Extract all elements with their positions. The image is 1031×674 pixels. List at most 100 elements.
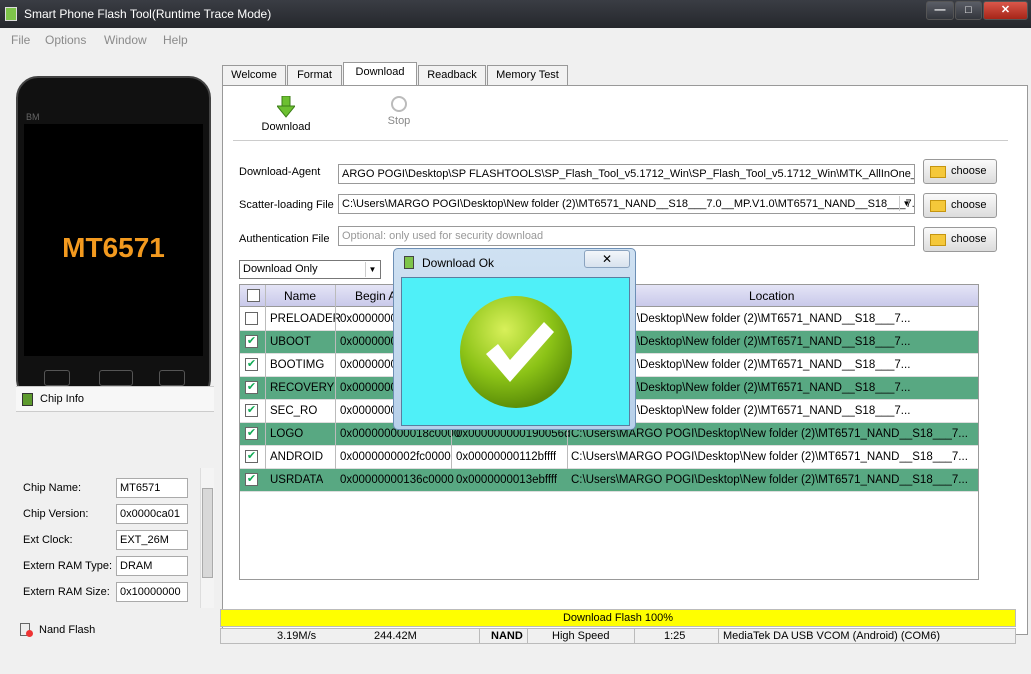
chip-info-title: Chip Info	[40, 393, 85, 405]
download-label: Download	[261, 121, 311, 133]
app-icon	[404, 256, 414, 269]
scatter-choose-button[interactable]: choose	[923, 193, 997, 218]
download-mode-select[interactable]: Download Only ▼	[239, 260, 381, 279]
menu-key-icon	[44, 370, 70, 386]
partition-name: ANDROID	[270, 451, 324, 463]
phone-image: BM MT6571	[16, 76, 211, 401]
stop-button[interactable]: Stop	[379, 96, 419, 127]
download-ok-dialog: Download Ok ✕	[393, 248, 636, 430]
nand-flash-header[interactable]: Nand Flash	[16, 620, 214, 640]
chip-info-panel-lower: Extern RAM Type: DRAM Extern RAM Size: 0…	[16, 552, 202, 608]
begin-address: 0x0000000002fc0000	[340, 451, 451, 463]
scatter-file-select[interactable]: C:\Users\MARGO POGI\Desktop\New folder (…	[338, 194, 915, 214]
chip-info-panel: Chip Name: MT6571 Chip Version: 0x0000ca…	[16, 414, 202, 552]
toolbar: Download Stop	[233, 92, 1008, 141]
tab-welcome[interactable]: Welcome	[222, 65, 286, 85]
partition-name: PRELOADER	[270, 313, 341, 325]
app-icon	[5, 7, 17, 21]
stop-icon	[391, 96, 407, 112]
maximize-button[interactable]: □	[955, 1, 982, 20]
ext-clock-value: EXT_26M	[116, 530, 188, 550]
menu-window[interactable]: Window	[104, 33, 147, 47]
menu-file[interactable]: File	[11, 33, 30, 47]
row-checkbox[interactable]: ✔	[245, 358, 258, 371]
menu-bar: File Options Window Help	[0, 28, 1031, 52]
row-checkbox[interactable]: ✔	[245, 404, 258, 417]
chip-name-label: Chip Name:	[23, 482, 82, 494]
column-location: Location	[749, 289, 795, 303]
status-bar: 3.19M/s 244.42M NAND High Speed 1:25 Med…	[220, 628, 1016, 644]
column-begin-address: Begin A	[355, 289, 397, 303]
chip-info-header[interactable]: Chip Info	[16, 386, 214, 412]
phone-brand: BM	[26, 112, 40, 122]
begin-address: 0x00000000136c0000	[340, 474, 454, 486]
choose-label: choose	[951, 199, 987, 211]
download-agent-label: Download-Agent	[239, 166, 321, 178]
row-checkbox[interactable]: ✔	[245, 335, 258, 348]
auth-choose-button[interactable]: choose	[923, 227, 997, 252]
ram-type-value: DRAM	[116, 556, 188, 576]
status-divider	[527, 629, 528, 643]
column-name: Name	[284, 289, 317, 303]
location-path: C:\Users\MARGO POGI\Desktop\New folder (…	[571, 474, 968, 486]
scatter-dropdown-button[interactable]: ▼	[899, 195, 914, 213]
dialog-close-button[interactable]: ✕	[584, 250, 630, 268]
folder-icon	[930, 166, 946, 178]
auth-file-field[interactable]: Optional: only used for security downloa…	[338, 226, 915, 246]
row-checkbox[interactable]: ✔	[245, 381, 258, 394]
partition-name: USRDATA	[270, 474, 324, 486]
menu-options[interactable]: Options	[45, 33, 86, 47]
status-divider	[718, 629, 719, 643]
begin-address: 0x0000000	[340, 336, 397, 348]
download-button[interactable]: Download	[261, 96, 311, 133]
row-checkbox[interactable]: ✔	[245, 450, 258, 463]
row-checkbox[interactable]	[245, 312, 258, 325]
partition-name: SEC_RO	[270, 405, 318, 417]
end-address: 0x00000000112bffff	[456, 451, 557, 463]
table-row[interactable]: ✔ USRDATA 0x00000000136c0000 0x0000000013eb…	[240, 469, 978, 492]
status-port: MediaTek DA USB VCOM (Android) (COM6)	[723, 630, 940, 642]
begin-address: 0x0000000	[340, 313, 397, 325]
tab-download[interactable]: Download	[343, 62, 417, 86]
select-all-checkbox[interactable]	[247, 289, 260, 302]
table-row[interactable]: ✔ ANDROID 0x0000000002fc0000 0x00000000112b…	[240, 446, 978, 469]
scroll-thumb[interactable]	[202, 488, 213, 578]
progress-bar: Download Flash 100%	[220, 609, 1016, 627]
close-button[interactable]: ✕	[983, 1, 1028, 20]
tab-format[interactable]: Format	[287, 65, 342, 85]
nand-badge-icon	[26, 630, 33, 637]
minimize-button[interactable]: —	[926, 1, 954, 20]
partition-name: BOOTIMG	[270, 359, 325, 371]
status-divider	[634, 629, 635, 643]
folder-icon	[930, 200, 946, 212]
ram-type-label: Extern RAM Type:	[23, 560, 113, 572]
row-checkbox[interactable]: ✔	[245, 473, 258, 486]
ram-size-value: 0x10000000	[116, 582, 188, 602]
chip-info-scrollbar[interactable]	[200, 468, 214, 608]
scatter-label: Scatter-loading File	[239, 199, 334, 211]
window-title: Smart Phone Flash Tool(Runtime Trace Mod…	[24, 7, 272, 21]
location-path: C:\Users\MARGO POGI\Desktop\New folder (…	[571, 451, 968, 463]
menu-help[interactable]: Help	[163, 33, 188, 47]
ext-clock-label: Ext Clock:	[23, 534, 73, 546]
choose-label: choose	[951, 165, 987, 177]
download-agent-choose-button[interactable]: choose	[923, 159, 997, 184]
back-key-icon	[159, 370, 185, 386]
dialog-body	[401, 277, 630, 426]
dialog-title: Download Ok	[422, 256, 495, 270]
download-arrow-icon	[277, 96, 295, 118]
auth-label: Authentication File	[239, 233, 330, 245]
title-bar: Smart Phone Flash Tool(Runtime Trace Mod…	[0, 0, 1031, 28]
begin-address: 0x0000000	[340, 405, 397, 417]
column-divider	[265, 285, 266, 469]
partition-name: RECOVERY	[270, 382, 335, 394]
status-storage-type: NAND	[491, 630, 523, 642]
row-checkbox[interactable]: ✔	[245, 427, 258, 440]
tab-readback[interactable]: Readback	[418, 65, 486, 85]
tab-memory-test[interactable]: Memory Test	[487, 65, 568, 85]
chevron-down-icon: ▼	[899, 196, 913, 211]
column-divider	[335, 285, 336, 469]
begin-address: 0x0000000	[340, 359, 397, 371]
end-address: 0x0000000013ebffff	[456, 474, 558, 486]
download-agent-field[interactable]: ARGO POGI\Desktop\SP FLASHTOOLS\SP_Flash…	[338, 164, 915, 184]
